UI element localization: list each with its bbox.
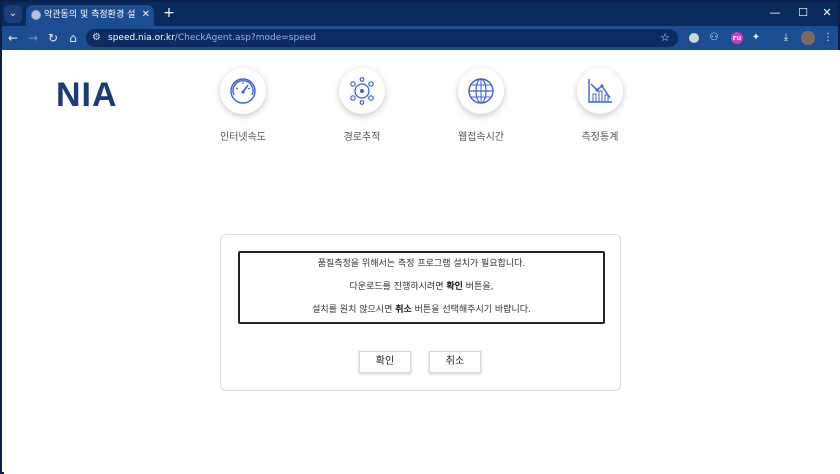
browser-window: ⌄ 악관동의 및 측정환경 설정 | 인 ✕ + — ☐ ✕ ← → ↻ ⌂ ⚙… [0,0,840,474]
nia-logo[interactable]: NIA [56,76,118,115]
url-text[interactable]: speed.nia.or.kr/CheckAgent.asp?mode=spee… [108,29,316,47]
speedometer-icon [220,68,266,114]
back-arrow-icon[interactable]: ← [4,29,22,47]
menu-label: 경로추적 [343,132,381,143]
menu-route-trace[interactable]: 경로추적 [317,68,407,143]
close-window-button[interactable]: ✕ [810,2,840,26]
download-icon[interactable]: ⤓ [778,30,794,46]
reload-icon[interactable]: ↻ [44,29,62,47]
cancel-button[interactable]: 취소 [429,351,481,373]
close-tab-icon[interactable]: ✕ [142,5,150,25]
page-content: NIA 인터넷속도 경로추적 웹접속시간 측정통계 품질측정을 위해서는 측정 … [4,50,840,474]
forward-arrow-icon[interactable]: → [24,29,42,47]
menu-label: 웹접속시간 [458,132,504,143]
tab-strip: ⌄ 악관동의 및 측정환경 설정 | 인 ✕ + — ☐ ✕ [2,2,838,26]
incognito-icon[interactable]: ⚇ [706,30,722,46]
menu-label: 측정통계 [581,132,619,143]
globe-icon [458,68,504,114]
site-info-icon[interactable]: ⚙ [92,31,101,45]
menu-label: 인터넷속도 [220,132,266,143]
browser-toolbar: ← → ↻ ⌂ ⚙ speed.nia.or.kr/CheckAgent.asp… [2,26,838,50]
profile-avatar[interactable] [801,31,815,45]
new-tab-button[interactable]: + [160,4,178,22]
address-bar[interactable]: ⚙ speed.nia.or.kr/CheckAgent.asp?mode=sp… [86,29,678,47]
browser-tab[interactable]: 악관동의 및 측정환경 설정 | 인 ✕ [26,5,154,26]
extensions-puzzle-icon[interactable]: ✦ [748,30,764,46]
message-line-2: 다운로드를 진행하시려면 확인 버튼을, [349,282,494,292]
install-agent-dialog: 품질측정을 위해서는 측정 프로그램 설치가 필요합니다. 다운로드를 진행하시… [220,234,621,391]
route-trace-icon [339,68,385,114]
statistics-icon [577,68,623,114]
bookmark-star-icon[interactable]: ☆ [660,29,670,47]
message-box: 품질측정을 위해서는 측정 프로그램 설치가 필요합니다. 다운로드를 진행하시… [238,251,605,324]
more-menu-icon[interactable]: ⋮ [820,30,836,46]
message-line-1: 품질측정을 위해서는 측정 프로그램 설치가 필요합니다. [317,259,526,269]
confirm-button[interactable]: 확인 [359,351,411,373]
extension-dot-icon[interactable] [689,33,699,43]
menu-internet-speed[interactable]: 인터넷속도 [198,68,288,143]
extension-badge-icon[interactable]: ru [731,32,743,44]
tab-title: 악관동의 및 측정환경 설정 | 인 [44,10,136,20]
menu-web-access-time[interactable]: 웹접속시간 [436,68,526,143]
message-line-3: 설치를 원치 않으시면 취소 버튼을 선택해주시기 바랍니다. [312,305,531,315]
home-icon[interactable]: ⌂ [64,29,82,47]
globe-icon [31,10,41,20]
menu-statistics[interactable]: 측정통계 [555,68,645,143]
tab-search-button[interactable]: ⌄ [4,5,22,23]
